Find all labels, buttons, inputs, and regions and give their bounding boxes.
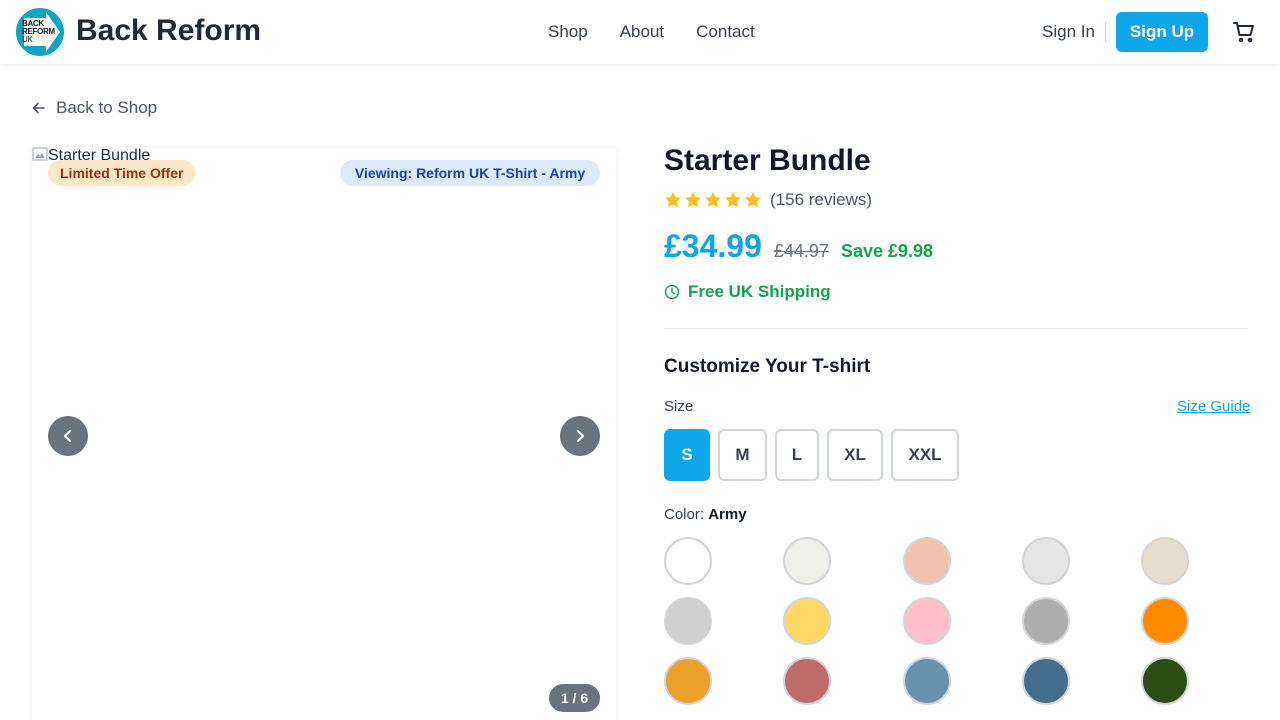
back-to-shop-label: Back to Shop [56, 98, 158, 117]
size-option-m[interactable]: M [718, 429, 767, 481]
main-nav: Shop About Contact [548, 22, 755, 42]
color-swatch[interactable] [1021, 657, 1070, 705]
nav-contact[interactable]: Contact [696, 22, 755, 42]
color-swatch[interactable] [664, 537, 712, 585]
star-rating [664, 191, 762, 209]
color-swatch[interactable] [1021, 597, 1070, 645]
color-label-prefix: Color: [664, 506, 705, 523]
broken-image-icon [32, 147, 48, 161]
nav-shop[interactable]: Shop [548, 22, 588, 42]
price-block: £34.99 £44.97 Save £9.98 [664, 228, 933, 265]
size-guide-link[interactable]: Size Guide [1177, 398, 1250, 415]
header-divider [1105, 22, 1106, 42]
color-label: Color: Army [664, 506, 747, 523]
logo-line-3: UK [22, 35, 33, 44]
nav-about[interactable]: About [620, 22, 664, 42]
site-header: BACK REFORM UK Back Reform Shop About Co… [0, 0, 1280, 64]
clock-icon [664, 284, 680, 300]
product-rating: (156 reviews) [664, 190, 872, 210]
size-option-xl[interactable]: XL [827, 429, 883, 481]
previous-image-button[interactable] [48, 416, 88, 456]
color-swatches [664, 537, 1224, 705]
current-price: £34.99 [664, 228, 762, 264]
selected-color-name: Army [708, 506, 747, 523]
image-counter: 1 / 6 [549, 684, 600, 712]
star-icon [704, 191, 722, 208]
color-swatch[interactable] [902, 597, 951, 645]
size-selector: S M L XL XXL [664, 429, 959, 481]
color-swatch[interactable] [1021, 537, 1070, 585]
color-swatch[interactable] [1141, 657, 1189, 705]
original-price: £44.97 [773, 241, 829, 261]
color-swatch[interactable] [783, 597, 832, 645]
color-swatch[interactable] [783, 537, 832, 585]
color-swatch[interactable] [664, 657, 712, 705]
product-gallery [32, 148, 616, 720]
sign-up-button[interactable]: Sign Up [1116, 12, 1208, 52]
chevron-right-icon [577, 430, 584, 442]
chevron-left-icon [64, 430, 71, 442]
size-option-l[interactable]: L [775, 429, 819, 481]
color-swatch[interactable] [1141, 537, 1189, 585]
back-to-shop-link[interactable]: Back to Shop [32, 98, 157, 118]
color-swatch[interactable] [1141, 597, 1189, 645]
product-title: Starter Bundle [664, 144, 871, 177]
next-image-button[interactable] [560, 416, 600, 456]
limited-offer-badge: Limited Time Offer [48, 160, 196, 186]
star-icon [684, 191, 702, 208]
color-swatch[interactable] [664, 597, 712, 645]
sign-in-link[interactable]: Sign In [1042, 22, 1095, 42]
customize-heading: Customize Your T-shirt [664, 356, 871, 377]
cart-icon[interactable] [1232, 20, 1256, 44]
star-icon [664, 191, 682, 208]
size-option-s[interactable]: S [664, 429, 710, 481]
star-icon [724, 191, 742, 208]
arrow-left-icon [32, 102, 45, 114]
shipping-info: Free UK Shipping [664, 282, 831, 302]
brand-logo[interactable]: BACK REFORM UK [16, 8, 64, 56]
review-count[interactable]: (156 reviews) [770, 190, 872, 210]
section-divider [664, 328, 1248, 329]
color-swatch[interactable] [783, 657, 832, 705]
star-icon [744, 191, 762, 208]
size-label: Size [664, 398, 694, 415]
brand-name[interactable]: Back Reform [76, 14, 261, 48]
color-swatch[interactable] [902, 537, 951, 585]
shipping-label: Free UK Shipping [688, 282, 831, 301]
viewing-badge: Viewing: Reform UK T-Shirt - Army [340, 160, 600, 186]
color-swatch[interactable] [902, 657, 951, 705]
savings-text: Save £9.98 [840, 241, 934, 261]
size-option-xxl[interactable]: XXL [891, 429, 959, 481]
